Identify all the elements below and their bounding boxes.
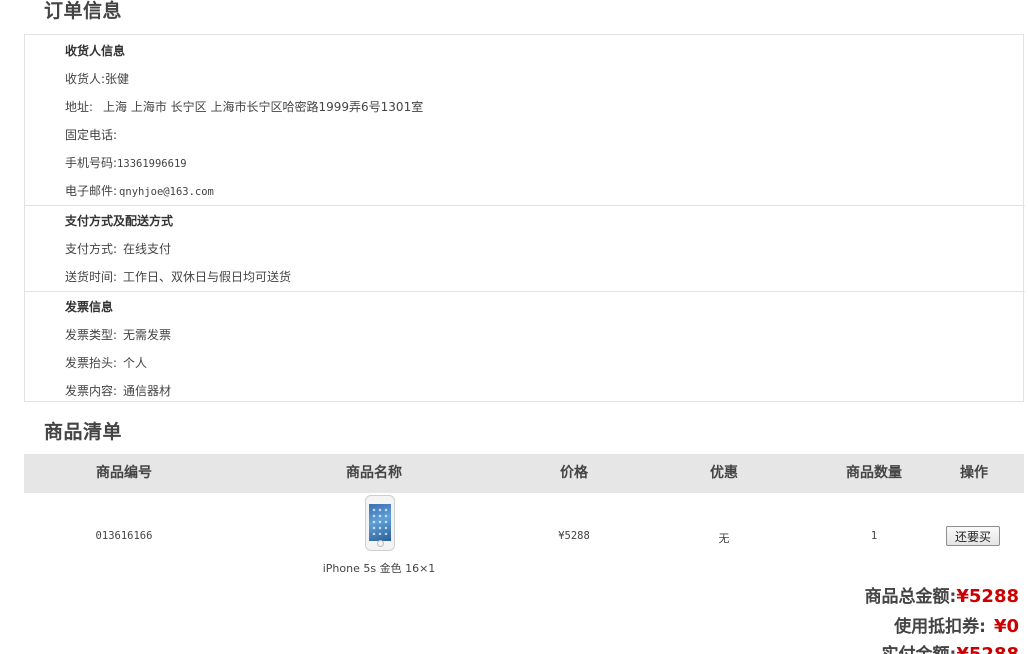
delivery-time-value: 工作日、双休日与假日均可送货 (123, 270, 292, 284)
invoice-group: 发票信息 发票类型: 无需发票 发票抬头: 个人 发票内容: 通信器材 (25, 291, 1025, 401)
product-id: 013616166 (95, 530, 153, 542)
total-amount-label: 商品总金额: (864, 587, 957, 607)
product-image[interactable] (365, 495, 395, 551)
consignee-name-value: 张健 (105, 72, 130, 86)
delivery-time-label: 送货时间: (65, 270, 118, 284)
product-quantity: 1 (870, 530, 878, 542)
coupon-line: 使用抵扣券: ¥0 (894, 612, 1019, 637)
landline-label: 固定电话: (65, 128, 118, 142)
invoice-type-value: 无需发票 (123, 328, 172, 342)
invoice-heading: 发票信息 (65, 300, 114, 314)
order-info-title: 订单信息 (44, 0, 123, 22)
consignee-heading: 收货人信息 (65, 44, 126, 58)
mobile-line: 手机号码:13361996619 (65, 154, 187, 171)
address-label: 地址: (65, 100, 94, 114)
payment-method-label: 支付方式: (65, 242, 118, 256)
coupon-value: ¥0 (993, 616, 1019, 637)
order-info-box: 收货人信息 收货人:张健 地址: 上海 上海市 长宁区 上海市长宁区哈密路1999… (24, 34, 1025, 402)
paid-amount-label: 实付金额: (882, 645, 957, 654)
product-name-link[interactable]: iPhone 5s 金色 16×1 (323, 560, 436, 576)
column-header-id: 商品编号 (96, 465, 152, 481)
phone-home-button-icon (377, 540, 384, 547)
product-price: ¥5288 (558, 530, 590, 542)
coupon-label: 使用抵扣券: (894, 617, 986, 637)
column-header-price: 价格 (560, 465, 588, 481)
total-amount-value: ¥5288 (956, 586, 1019, 607)
email-line: 电子邮件: qnyhjoe@163.com (65, 182, 214, 199)
payment-group: 支付方式及配送方式 支付方式: 在线支付 送货时间: 工作日、双休日与假日均可送货 (25, 205, 1025, 291)
invoice-title-value: 个人 (123, 356, 148, 370)
column-header-action: 操作 (960, 465, 988, 481)
payment-heading: 支付方式及配送方式 (65, 214, 174, 228)
address-value: 上海 上海市 长宁区 上海市长宁区哈密路1999弄6号1301室 (103, 100, 424, 114)
column-header-name: 商品名称 (346, 465, 402, 481)
invoice-content-value: 通信器材 (123, 384, 172, 398)
product-discount: 无 (718, 532, 730, 545)
phone-screen-icon (369, 504, 391, 541)
goods-list-title: 商品清单 (44, 421, 123, 443)
consignee-name-line: 收货人:张健 (65, 70, 129, 87)
payment-method-value: 在线支付 (123, 242, 172, 256)
consignee-group: 收货人信息 收货人:张健 地址: 上海 上海市 长宁区 上海市长宁区哈密路1999… (25, 35, 1025, 205)
invoice-type-line: 发票类型: 无需发票 (65, 326, 171, 343)
invoice-title-label: 发票抬头: (65, 356, 118, 370)
mobile-value: 13361996619 (117, 158, 187, 170)
invoice-type-label: 发票类型: (65, 328, 118, 342)
landline-line: 固定电话: (65, 126, 119, 143)
delivery-time-line: 送货时间: 工作日、双休日与假日均可送货 (65, 268, 291, 285)
invoice-content-label: 发票内容: (65, 384, 118, 398)
invoice-title-line: 发票抬头: 个人 (65, 354, 147, 371)
email-value: qnyhjoe@163.com (119, 186, 214, 198)
column-header-quantity: 商品数量 (846, 465, 902, 481)
order-detail-page: 订单信息 收货人信息 收货人:张健 地址: 上海 上海市 长宁区 上海市长宁区哈密… (0, 0, 1028, 654)
paid-amount-value: ¥5288 (956, 644, 1019, 654)
total-amount-line: 商品总金额:¥5288 (865, 582, 1019, 607)
goods-table-header: 商品编号 商品名称 价格 优惠 商品数量 操作 (24, 454, 1024, 493)
paid-amount-line: 实付金额:¥5288 (882, 640, 1019, 654)
email-label: 电子邮件: (65, 184, 118, 198)
address-line: 地址: 上海 上海市 长宁区 上海市长宁区哈密路1999弄6号1301室 (65, 98, 423, 115)
consignee-name-label: 收货人: (65, 72, 106, 86)
payment-method-line: 支付方式: 在线支付 (65, 240, 171, 257)
column-header-discount: 优惠 (710, 465, 738, 481)
mobile-label: 手机号码: (65, 156, 118, 170)
buy-again-button[interactable]: 还要买 (946, 526, 1000, 546)
invoice-content-line: 发票内容: 通信器材 (65, 382, 171, 399)
